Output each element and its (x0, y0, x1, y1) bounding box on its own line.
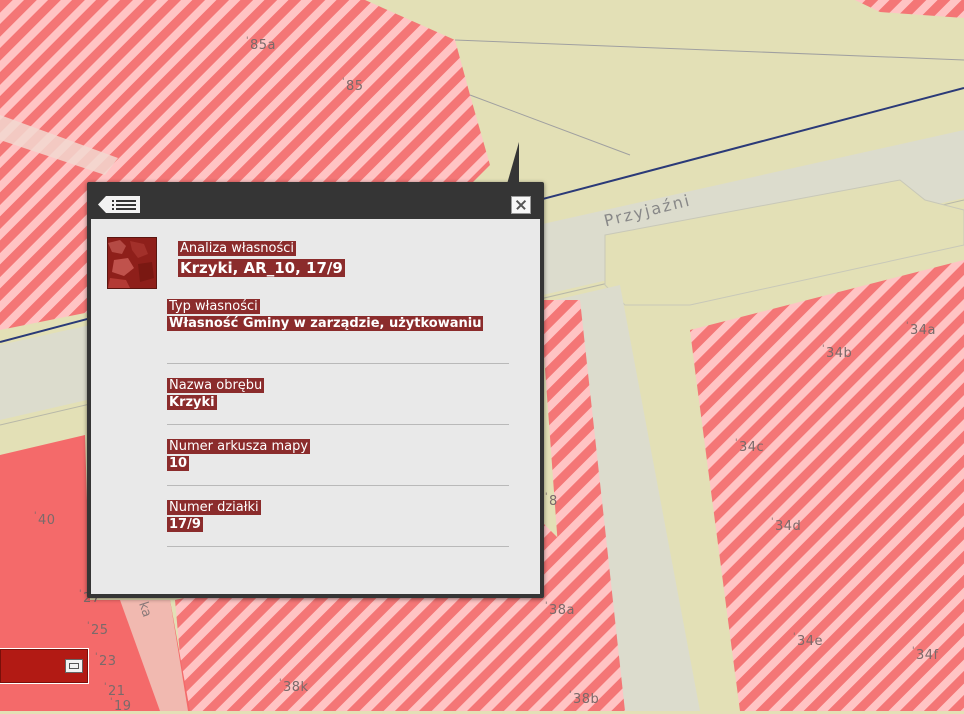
legend-panel[interactable] (0, 648, 89, 684)
parcel-label: 38k (279, 680, 309, 695)
parcel-label: 38a (545, 603, 575, 618)
field-label: Typ własności (167, 299, 260, 314)
parcel-label: 19 (110, 699, 132, 714)
window-icon[interactable] (65, 659, 83, 673)
field-ownership-type: Typ własności Własność Gminy w zarządzie… (167, 298, 509, 364)
parcel-label: 8 (545, 494, 558, 509)
field-value: Krzyki (167, 395, 217, 410)
field-value: 10 (167, 456, 190, 471)
parcel-label: 34f (912, 648, 939, 663)
parcel-label: 34c (735, 440, 764, 455)
parcel-label: 34a (906, 323, 936, 338)
parcel-label: 21 (104, 684, 126, 699)
field-label: Numer arkusza mapy (167, 439, 311, 454)
field-label: Nazwa obrębu (167, 378, 265, 393)
parcel-label: 34e (793, 634, 823, 649)
close-icon[interactable] (511, 196, 531, 214)
parcel-label: 34d (771, 519, 801, 534)
parcel-label: 25 (87, 623, 109, 638)
parcel-label: 85a (246, 38, 276, 53)
parcel-label: 85 (342, 79, 364, 94)
list-menu-icon[interactable] (98, 196, 140, 213)
parcel-label: 34b (822, 346, 852, 361)
feature-info-popup: Analiza własności Krzyki, AR_10, 17/9 Ty… (87, 142, 544, 598)
parcel-label: 38b (569, 692, 599, 707)
layer-name: Analiza własności (178, 241, 297, 256)
field-label: Numer działki (167, 500, 261, 515)
field-value: Własność Gminy w zarządzie, użytkowaniu (167, 316, 484, 331)
popup-title: Krzyki, AR_10, 17/9 (178, 259, 345, 277)
field-precinct-name: Nazwa obrębu Krzyki (167, 377, 509, 425)
field-value: 17/9 (167, 517, 203, 532)
popup-header (87, 182, 544, 218)
field-map-sheet-number: Numer arkusza mapy 10 (167, 438, 509, 486)
layer-thumbnail-icon (107, 237, 157, 289)
parcel-label: 40 (34, 513, 56, 528)
parcel-label: 23 (95, 654, 117, 669)
popup-pointer (507, 142, 519, 184)
field-parcel-number: Numer działki 17/9 (167, 499, 509, 547)
popup-body: Analiza własności Krzyki, AR_10, 17/9 Ty… (91, 219, 540, 594)
